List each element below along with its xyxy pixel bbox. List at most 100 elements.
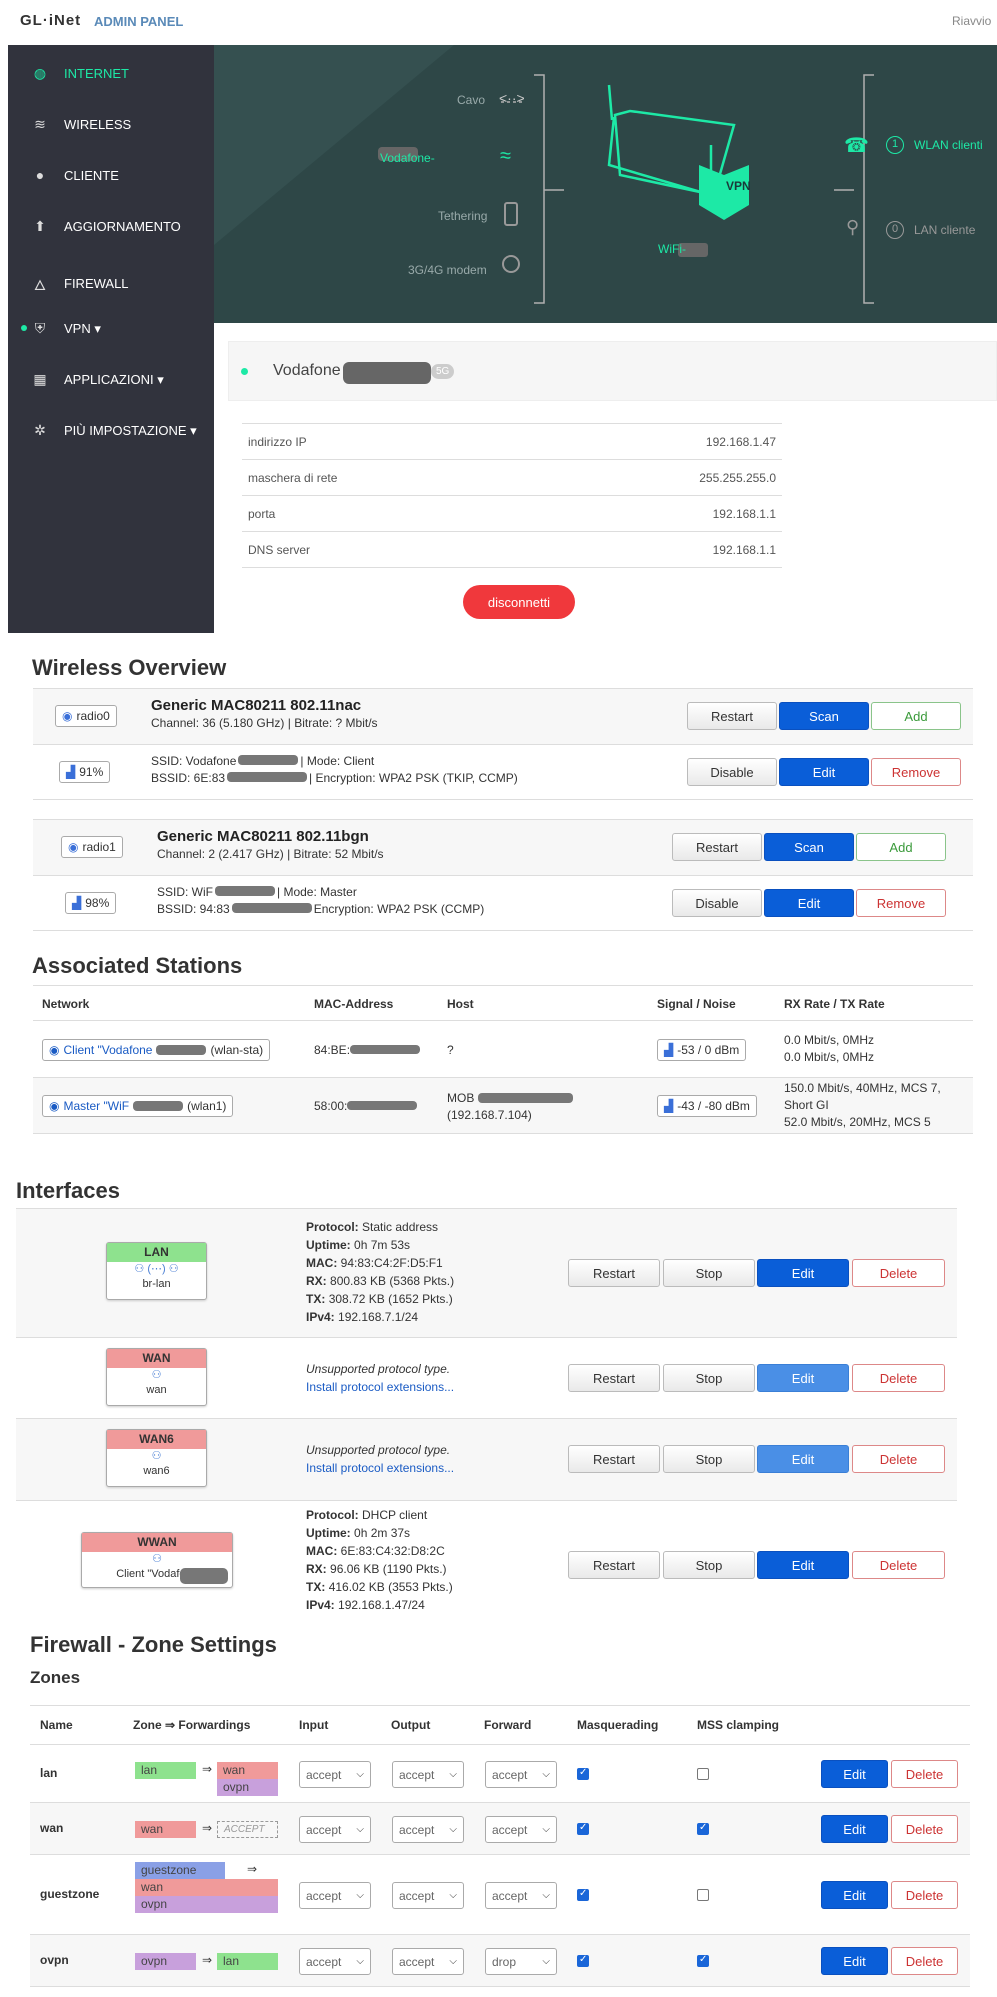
delete-button[interactable]: Delete [852,1445,945,1473]
restart-button[interactable]: Restart [568,1445,660,1473]
masquerading-checkbox[interactable] [577,1767,589,1780]
interface-card[interactable]: WAN ⚇ wan [106,1348,207,1406]
edit-button[interactable]: Edit [757,1259,849,1287]
zone-dst-tag: ACCEPT [217,1821,278,1838]
sidebar-item-5[interactable]: ⛨ VPN ▾ [32,320,101,337]
network-badge[interactable]: ◉ Master "WiF (wlan1) [42,1095,234,1117]
restart-button[interactable]: Restart [672,833,762,861]
edit-button[interactable]: Edit [821,1881,888,1909]
signal-icon: ▟ [664,1043,674,1057]
delete-button[interactable]: Delete [891,1760,958,1788]
delete-button[interactable]: Delete [852,1364,945,1392]
delete-button[interactable]: Delete [891,1947,958,1975]
sidebar-item-0[interactable]: ◍ INTERNET [32,65,129,82]
sidebar-item-1[interactable]: ≋ WIRELESS [32,116,131,133]
mss-clamping-checkbox[interactable] [697,1768,709,1780]
input-select[interactable]: accept [299,1816,371,1843]
disconnect-button[interactable]: disconnetti [463,585,575,619]
interface-stat: MAC: 6E:83:C4:32:D8:2C [306,1544,445,1558]
add-button[interactable]: Add [871,702,961,730]
delete-button[interactable]: Delete [852,1551,945,1579]
vodafone-label[interactable]: Vodafone- [380,151,435,165]
conn-value: 192.168.1.47 [705,435,776,449]
redact [350,1045,421,1054]
edit-button[interactable]: Edit [757,1551,849,1579]
mss-clamping-checkbox[interactable] [697,1889,709,1901]
edit-button[interactable]: Edit [821,1815,888,1843]
masquerading-checkbox[interactable] [577,1888,589,1901]
stop-button[interactable]: Stop [663,1259,755,1287]
restart-button[interactable]: Restart [568,1364,660,1392]
sidebar-item-2[interactable]: ● CLIENTE [32,167,119,183]
lan-clients-label[interactable]: LAN cliente [914,223,975,237]
forward-select[interactable]: accept [485,1816,557,1843]
wifi-ssid-label: WiFi- [658,242,686,256]
phone-icon [504,202,518,226]
output-select[interactable]: accept [392,1882,464,1909]
sidebar-item-3[interactable]: ⬆ AGGIORNAMENTO [32,218,181,235]
forward-select[interactable]: drop [485,1948,557,1975]
masquerading-checkbox[interactable] [577,1822,589,1835]
sidebar-item-label: FIREWALL [64,276,129,291]
interface-card[interactable]: WAN6 ⚇ wan6 [106,1429,207,1487]
stop-button[interactable]: Stop [663,1445,755,1473]
edit-button[interactable]: Edit [821,1760,888,1788]
network-iface: (wlan-sta) [210,1043,264,1057]
output-select[interactable]: accept [392,1761,464,1788]
add-button[interactable]: Add [856,833,946,861]
band-badge: 5G [431,364,455,379]
sidebar-item-6[interactable]: ▦ APPLICAZIONI ▾ [32,371,163,388]
input-select[interactable]: accept [299,1948,371,1975]
restart-button[interactable]: Restart [568,1259,660,1287]
edit-button[interactable]: Edit [764,889,854,917]
output-select[interactable]: accept [392,1948,464,1975]
delete-button[interactable]: Delete [891,1815,958,1843]
delete-button[interactable]: Delete [852,1259,945,1287]
install-extensions-link[interactable]: Install protocol extensions... [306,1461,454,1475]
encryption-value: Encryption: WPA2 PSK (CCMP) [313,902,485,916]
restart-button[interactable]: Restart [687,702,777,730]
assoc-header: RX Rate / TX Rate [784,997,885,1011]
zone-dst-tag: wan [217,1762,278,1779]
edit-button[interactable]: Edit [757,1445,849,1473]
firewall-title: Firewall - Zone Settings [30,1632,277,1657]
stop-button[interactable]: Stop [663,1551,755,1579]
output-select[interactable]: accept [392,1816,464,1843]
stat-value: 800.83 KB (5368 Pkts.) [330,1274,455,1288]
stop-button[interactable]: Stop [663,1364,755,1392]
conn-row: maschera di rete 255.255.255.0 [242,459,782,495]
stat-key: IPv4: [306,1598,335,1612]
redact [215,886,275,896]
zone-name: lan [40,1766,58,1780]
conn-key: DNS server [248,543,311,557]
remove-button[interactable]: Remove [871,758,961,786]
network-badge[interactable]: ◉ Client "Vodafone (wlan-sta) [42,1039,271,1061]
wlan-clients-label[interactable]: WLAN clienti [914,138,983,152]
reboot-link[interactable]: Riavvio [952,14,991,28]
disable-button[interactable]: Disable [672,889,762,917]
interface-stat: Protocol: DHCP client [306,1508,427,1522]
remove-button[interactable]: Remove [856,889,946,917]
edit-button[interactable]: Edit [779,758,869,786]
restart-button[interactable]: Restart [568,1551,660,1579]
scan-button[interactable]: Scan [779,702,869,730]
rx-rate: 0.0 Mbit/s, 0MHz [784,1033,875,1047]
input-select[interactable]: accept [299,1882,371,1909]
mss-clamping-checkbox[interactable] [697,1954,709,1967]
edit-button[interactable]: Edit [757,1364,849,1392]
scan-button[interactable]: Scan [764,833,854,861]
mss-clamping-checkbox[interactable] [697,1822,709,1835]
forward-select[interactable]: accept [485,1761,557,1788]
sidebar-item-7[interactable]: ✲ PIÙ IMPOSTAZIONE ▾ [32,422,197,439]
delete-button[interactable]: Delete [891,1881,958,1909]
masquerading-checkbox[interactable] [577,1954,589,1967]
forward-select[interactable]: accept [485,1882,557,1909]
disable-button[interactable]: Disable [687,758,777,786]
sidebar-item-4[interactable]: 🜂 FIREWALL [32,269,129,298]
wifi-icon: ≈ [500,145,511,167]
input-select[interactable]: accept [299,1761,371,1788]
user-icon: ● [35,167,45,183]
edit-button[interactable]: Edit [821,1947,888,1975]
interface-card[interactable]: LAN ⚇ (⋯) ⚇ br-lan [106,1242,207,1300]
install-extensions-link[interactable]: Install protocol extensions... [306,1380,454,1394]
